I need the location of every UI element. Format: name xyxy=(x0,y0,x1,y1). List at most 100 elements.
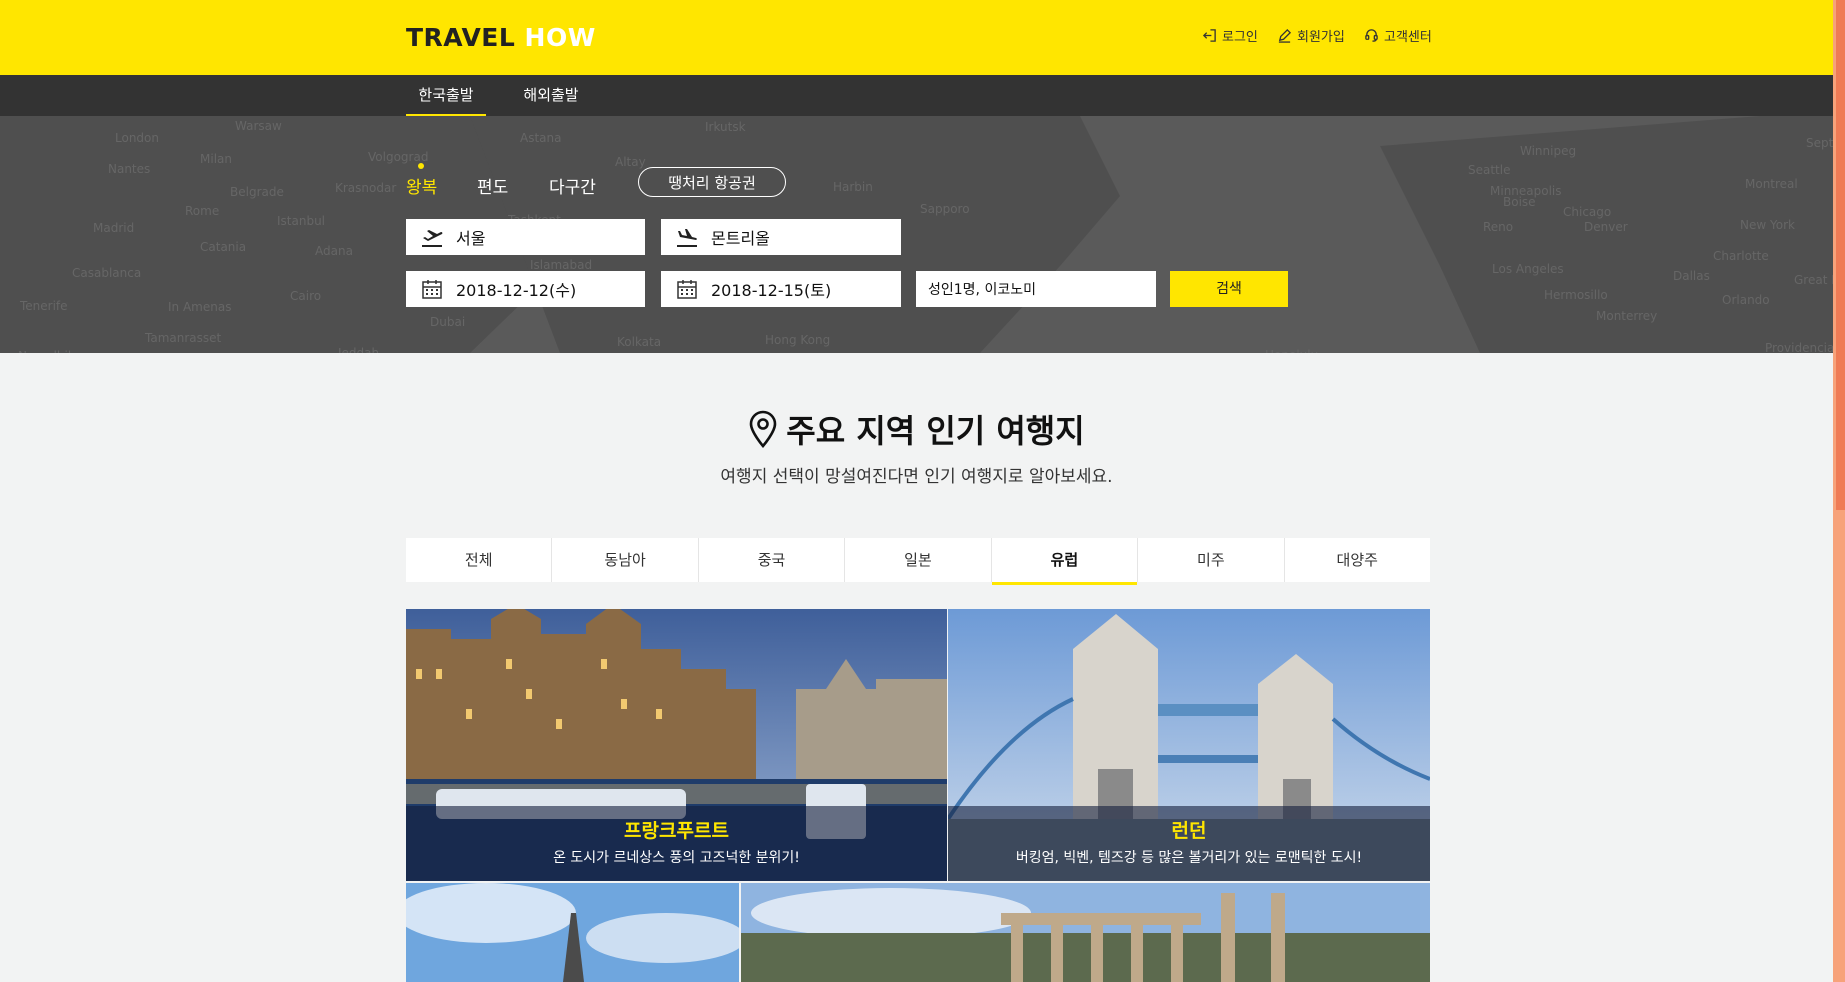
destination-value: 몬트리올 xyxy=(711,229,770,248)
map-city-label: Los Angeles xyxy=(1492,262,1564,276)
trip-multicity[interactable]: 다구간 xyxy=(549,173,596,198)
destination-card-paris[interactable] xyxy=(406,883,739,982)
customer-center-link[interactable]: 고객센터 xyxy=(1364,26,1432,45)
customer-center-label: 고객센터 xyxy=(1384,30,1432,45)
world-map-background: London Warsaw Nantes Milan Belgrade Volgograd… xyxy=(0,116,1833,353)
map-city-label: Milan xyxy=(200,152,232,166)
logo-text-dark: TRAVEL xyxy=(406,23,516,52)
map-city-label: Dubai xyxy=(430,315,465,329)
calendar-icon xyxy=(677,280,697,299)
region-tab-china[interactable]: 중국 xyxy=(699,538,846,582)
page: TRAVEL HOW 로그인 회원가입 고객센터 한국출발 해외출발 Londo… xyxy=(0,0,1833,982)
login-icon xyxy=(1202,29,1216,42)
region-tab-japan[interactable]: 일본 xyxy=(845,538,992,582)
map-city-label: Astana xyxy=(520,131,561,145)
map-city-label: Great B xyxy=(1794,273,1833,287)
map-city-label: New York xyxy=(1740,218,1795,232)
rome-photo xyxy=(741,883,1430,982)
region-tab-europe[interactable]: 유럽 xyxy=(991,538,1139,585)
map-city-label: Nantes xyxy=(108,162,150,176)
pencil-icon xyxy=(1278,28,1292,43)
map-city-label: Volgograd xyxy=(368,150,428,164)
destination-card-frankfurt[interactable]: 프랑크푸르트 온 도시가 르네상스 풍의 고즈넉한 분위기! xyxy=(406,609,947,881)
signup-label: 회원가입 xyxy=(1297,30,1345,45)
passenger-class-field[interactable]: 성인1명, 이코노미 xyxy=(916,271,1156,307)
trip-roundtrip[interactable]: 왕복 xyxy=(406,173,437,198)
map-city-label: Seattle xyxy=(1468,163,1510,177)
card-caption: 런던 버킹엄, 빅벤, 템즈강 등 많은 볼거리가 있는 로맨틱한 도시! xyxy=(948,806,1430,881)
last-minute-deal-button[interactable]: 땡처리 항공권 xyxy=(638,167,786,197)
logo[interactable]: TRAVEL HOW xyxy=(406,23,596,52)
destination-card-rome[interactable] xyxy=(741,883,1430,982)
map-city-label: Cairo xyxy=(290,289,321,303)
popular-title: 주요 지역 인기 여행지 xyxy=(786,412,1085,450)
plane-landing-icon xyxy=(677,229,697,247)
return-date-value: 2018-12-15(토) xyxy=(711,281,832,300)
top-header: TRAVEL HOW 로그인 회원가입 고객센터 xyxy=(0,0,1833,75)
map-city-label: Adana xyxy=(315,244,353,258)
region-tab-oceania[interactable]: 대양주 xyxy=(1285,538,1430,582)
search-button[interactable]: 검색 xyxy=(1170,271,1288,307)
active-trip-indicator xyxy=(418,163,424,169)
map-city-label: London xyxy=(115,131,159,145)
map-city-label: Catania xyxy=(200,240,246,254)
scrollbar-thumb[interactable] xyxy=(1836,0,1845,510)
map-city-label: Tenerife xyxy=(19,299,68,313)
depart-date-value: 2018-12-12(수) xyxy=(456,281,577,300)
depart-date-field[interactable]: 2018-12-12(수) xyxy=(406,271,645,307)
map-city-label: In Amenas xyxy=(168,300,231,314)
calendar-icon xyxy=(422,280,442,299)
map-city-label: Nouadhibou xyxy=(18,349,90,353)
region-tab-southeast-asia[interactable]: 동남아 xyxy=(552,538,699,582)
headset-icon xyxy=(1365,29,1378,42)
popular-destinations-heading: 주요 지역 인기 여행지 xyxy=(0,406,1833,456)
map-city-label: Sapporo xyxy=(920,202,970,216)
origin-field[interactable]: 서울 xyxy=(406,219,645,255)
map-city-label: Hong Kong xyxy=(765,333,830,347)
return-date-field[interactable]: 2018-12-15(토) xyxy=(661,271,901,307)
card-city-name: 런던 xyxy=(1171,820,1207,842)
map-city-label: Chicago xyxy=(1563,205,1611,219)
region-tab-all[interactable]: 전체 xyxy=(406,538,553,582)
origin-value: 서울 xyxy=(456,229,486,248)
plane-takeoff-icon xyxy=(422,230,443,247)
map-pin-icon xyxy=(748,410,778,456)
map-city-label: Reno xyxy=(1483,220,1513,234)
map-city-label: Warsaw xyxy=(235,119,282,133)
map-city-label: Istanbul xyxy=(277,214,325,228)
map-city-label: Rome xyxy=(185,204,219,218)
departure-nav: 한국출발 해외출발 xyxy=(0,75,1833,117)
map-city-label: Dallas xyxy=(1673,269,1710,283)
map-city-label: Winnipeg xyxy=(1520,144,1576,158)
map-city-label: Harbin xyxy=(833,180,873,194)
map-city-label: Jeddah xyxy=(337,346,379,353)
tab-overseas-departure[interactable]: 해외출발 xyxy=(511,75,591,114)
flight-search-hero: London Warsaw Nantes Milan Belgrade Volgograd… xyxy=(0,116,1833,353)
trip-oneway[interactable]: 편도 xyxy=(477,173,508,198)
region-tab-americas[interactable]: 미주 xyxy=(1138,538,1285,582)
card-description: 버킹엄, 빅벤, 템즈강 등 많은 볼거리가 있는 로맨틱한 도시! xyxy=(1015,850,1363,866)
map-city-label: Boise xyxy=(1503,195,1536,209)
card-caption: 프랑크푸르트 온 도시가 르네상스 풍의 고즈넉한 분위기! xyxy=(406,806,947,881)
destination-field[interactable]: 몬트리올 xyxy=(661,219,901,255)
map-city-label: Madrid xyxy=(93,221,134,235)
map-city-label: Kolkata xyxy=(617,335,661,349)
map-city-label: Orlando xyxy=(1722,293,1770,307)
map-city-label: Sept-Iles xyxy=(1806,136,1833,150)
map-city-label: Charlotte xyxy=(1713,249,1769,263)
paris-photo xyxy=(406,883,739,982)
map-city-label: Islamabad xyxy=(530,258,592,272)
map-city-label: Belgrade xyxy=(230,185,284,199)
map-city-label: Monterrey xyxy=(1596,309,1657,323)
card-description: 온 도시가 르네상스 풍의 고즈넉한 분위기! xyxy=(553,850,800,866)
destination-card-london[interactable]: 런던 버킹엄, 빅벤, 템즈강 등 많은 볼거리가 있는 로맨틱한 도시! xyxy=(948,609,1430,881)
login-label: 로그인 xyxy=(1222,30,1258,45)
logo-text-light: HOW xyxy=(524,23,596,52)
signup-link[interactable]: 회원가입 xyxy=(1277,26,1345,45)
map-city-label: Denver xyxy=(1584,220,1628,234)
login-link[interactable]: 로그인 xyxy=(1202,26,1258,45)
tab-korea-departure[interactable]: 한국출발 xyxy=(406,75,486,117)
map-city-label: Hermosillo xyxy=(1544,288,1608,302)
scrollbar[interactable] xyxy=(1833,0,1845,982)
region-tabs: 전체 동남아 중국 일본 유럽 미주 대양주 xyxy=(406,538,1430,585)
